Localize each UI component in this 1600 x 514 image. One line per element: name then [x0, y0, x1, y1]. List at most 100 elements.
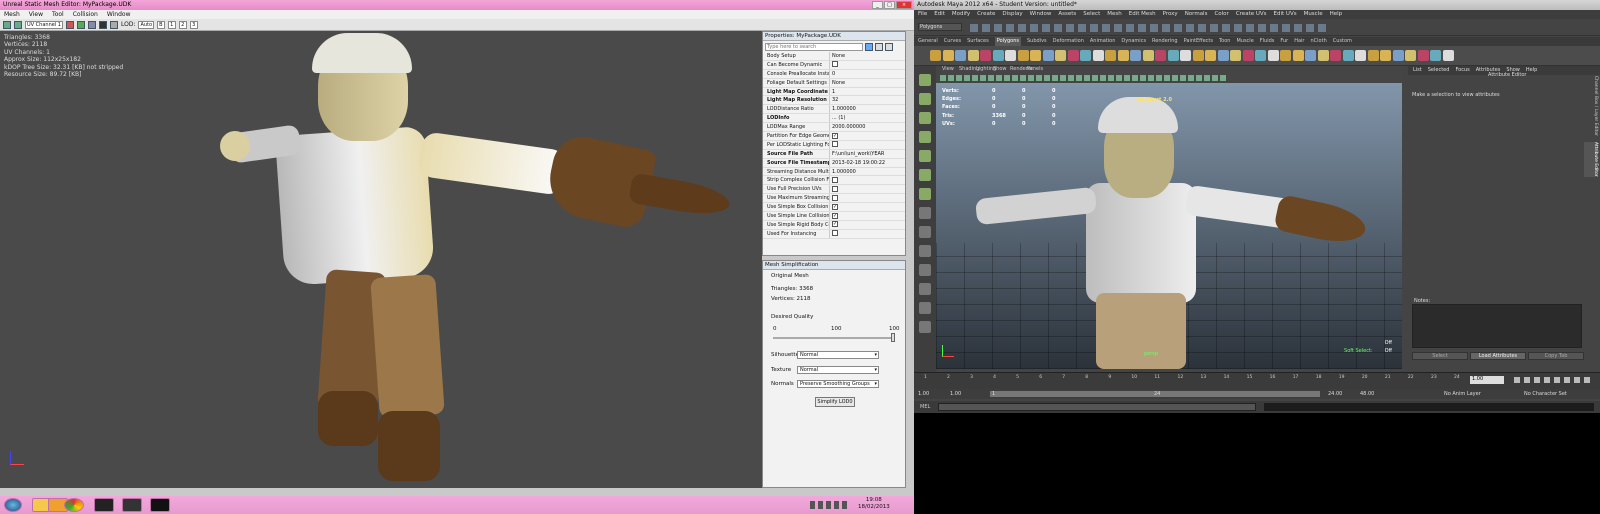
property-row[interactable]: Used For Instancing [763, 229, 905, 239]
toolbox-tool-icon[interactable] [919, 131, 931, 143]
playback-control-icon[interactable] [1544, 377, 1550, 383]
status-line-icon[interactable] [1222, 24, 1230, 32]
viewport-tool-icon[interactable] [1212, 75, 1218, 81]
select-button[interactable]: Select [1412, 352, 1468, 360]
side-tab-channel-box[interactable]: Channel Box / Layer Editor [1584, 76, 1598, 136]
property-row[interactable]: Per LODStatic Lighting For [763, 140, 905, 150]
range-char-set[interactable]: No Character Set [1524, 390, 1594, 398]
current-frame-field[interactable]: 1.00 [1470, 376, 1504, 384]
property-row[interactable]: Use Full Precision UVs [763, 185, 905, 195]
viewport-menu-panels[interactable]: Panels [1027, 66, 1043, 72]
range-handle-start[interactable]: 1 [992, 390, 1002, 398]
status-line-icon[interactable] [1138, 24, 1146, 32]
shelf-tool-icon[interactable] [1280, 50, 1291, 61]
menu-assets[interactable]: Assets [1058, 10, 1076, 19]
silhouette-select[interactable]: Normal [797, 351, 879, 359]
viewport-tool-icon[interactable] [1020, 75, 1026, 81]
shelf-tab-animation[interactable]: Animation [1090, 37, 1116, 46]
toolbar-icon[interactable] [14, 20, 22, 29]
status-line-icon[interactable] [1078, 24, 1086, 32]
viewport-tool-icon[interactable] [1052, 75, 1058, 81]
property-row[interactable]: Can Become Dynamic [763, 60, 905, 70]
status-line-icon[interactable] [1294, 24, 1302, 32]
viewport-tool-icon[interactable] [1156, 75, 1162, 81]
property-row[interactable]: Use Simple Box Collision ✓ [763, 203, 905, 213]
shelf-tab-subdivs[interactable]: Subdivs [1027, 37, 1047, 46]
udk-taskbar-icon[interactable] [150, 498, 170, 512]
status-line-icon[interactable] [1102, 24, 1110, 32]
shelf-tool-icon[interactable] [930, 50, 941, 61]
shelf-tool-icon[interactable] [1430, 50, 1441, 61]
start-button[interactable] [4, 498, 22, 512]
menu-proxy[interactable]: Proxy [1163, 10, 1178, 19]
range-start[interactable]: 1.00 [918, 390, 948, 398]
property-row[interactable]: Use Simple Rigid Body Collis✓ [763, 220, 905, 230]
shelf-tab-custom[interactable]: Custom [1333, 37, 1352, 46]
shelf-tool-icon[interactable] [1142, 50, 1154, 61]
shelf-tool-icon[interactable] [1367, 50, 1379, 61]
toolbox-tool-icon[interactable] [919, 150, 931, 162]
lod2-button[interactable]: 2 [179, 20, 188, 29]
playback-control-icon[interactable] [1514, 377, 1520, 383]
range-start2[interactable]: 1.00 [950, 390, 980, 398]
property-row[interactable]: Use Simple Line Collision ✓ [763, 212, 905, 221]
search-icon[interactable] [865, 42, 873, 51]
viewport-tool-icon[interactable] [1188, 75, 1194, 81]
shelf-tool-icon[interactable] [1205, 50, 1216, 61]
property-value[interactable]: 2013-02-18 19:00:22 [829, 158, 905, 167]
load-attributes-button[interactable]: Load Attributes [1470, 352, 1526, 360]
menu-edit[interactable]: Edit [934, 10, 945, 19]
toolbox-tool-icon[interactable] [919, 112, 931, 124]
toolbox-tool-icon[interactable] [919, 264, 931, 276]
shelf-tool-icon[interactable] [1267, 50, 1279, 61]
shelf-tab-toon[interactable]: Toon [1219, 37, 1231, 46]
udk-viewport[interactable] [0, 31, 762, 488]
status-line-icon[interactable] [1198, 24, 1206, 32]
property-row[interactable]: Source File Timestamp 2013-02-18 19:00:22 [763, 158, 905, 168]
range-anim-layer[interactable]: No Anim Layer [1444, 390, 1504, 398]
viewport-menu-show[interactable]: Show [993, 66, 1007, 72]
property-row[interactable]: Light Map Resolution 32 [763, 96, 905, 106]
toolbox-tool-icon[interactable] [919, 169, 931, 181]
shelf-tool-icon[interactable] [1117, 50, 1129, 61]
shelf-tab-fluids[interactable]: Fluids [1260, 37, 1275, 46]
shelf-tool-icon[interactable] [1392, 50, 1404, 61]
viewport-tool-icon[interactable] [1092, 75, 1098, 81]
property-value[interactable]: 1.000000 [829, 105, 905, 114]
viewport-tool-icon[interactable] [996, 75, 1002, 81]
toolbox-tool-icon[interactable] [919, 188, 931, 200]
shelf-tab-polygons[interactable]: Polygons [994, 37, 1021, 46]
uv-channel-select[interactable]: UV Channel 1 [25, 20, 63, 29]
shelf-tool-icon[interactable] [1255, 50, 1266, 61]
viewport-tool-icon[interactable] [988, 75, 994, 81]
shelf-tool-icon[interactable] [1080, 50, 1091, 61]
checked-checkbox[interactable]: ✓ [832, 212, 838, 219]
status-line-icon[interactable] [1054, 24, 1062, 32]
shelf-tab-fur[interactable]: Fur [1280, 37, 1288, 46]
maya-taskbar-icon[interactable] [94, 498, 114, 512]
shelf-tool-icon[interactable] [1442, 50, 1454, 61]
unchecked-checkbox[interactable] [832, 194, 838, 201]
shelf-tab-dynamics[interactable]: Dynamics [1121, 37, 1146, 46]
shelf-tool-icon[interactable] [992, 50, 1004, 61]
status-line-icon[interactable] [1006, 24, 1014, 32]
property-row[interactable]: LODDistance Ratio 1.000000 [763, 105, 905, 115]
range-slider[interactable]: 1.00 1.00 1 24 24.00 48.00 No Anim Layer No Cha… [914, 389, 1600, 399]
viewport-tool-icon[interactable] [1100, 75, 1106, 81]
shelf-tool-icon[interactable] [1317, 50, 1329, 61]
status-line-icon[interactable] [1126, 24, 1134, 32]
viewport-tool-icon[interactable] [1220, 75, 1226, 81]
status-line-icon[interactable] [1174, 24, 1182, 32]
viewport-tool-icon[interactable] [1116, 75, 1122, 81]
viewport-tool-icon[interactable] [1132, 75, 1138, 81]
options-icon[interactable] [885, 42, 893, 51]
mel-input[interactable] [938, 403, 1256, 411]
menu-color[interactable]: Color [1214, 10, 1228, 19]
viewport-tool-icon[interactable] [964, 75, 970, 81]
shelf-tool-icon[interactable] [1042, 50, 1054, 61]
status-line-icon[interactable] [1186, 24, 1194, 32]
tray-icons[interactable] [810, 501, 850, 509]
property-value[interactable]: ... (1) [829, 114, 905, 123]
attr-menu-help[interactable]: Help [1526, 66, 1537, 75]
shelf-tool-icon[interactable] [1292, 50, 1304, 61]
